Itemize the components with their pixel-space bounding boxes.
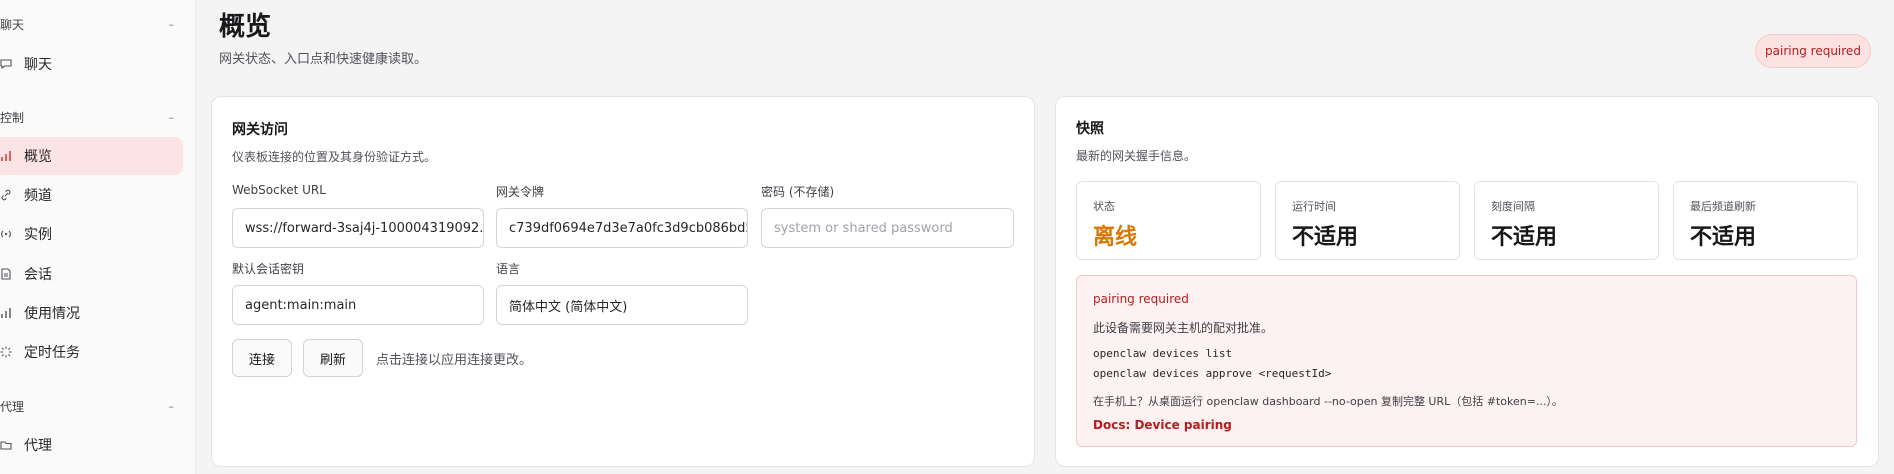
- spinner-icon: [0, 345, 12, 359]
- gateway-token-input[interactable]: c739df0694e7d3e7a0fc3d9cb086bd5: [496, 208, 748, 248]
- alert-title: pairing required: [1093, 292, 1189, 306]
- gateway-token-label: 网关令牌: [496, 185, 545, 199]
- card-title: 网关访问: [232, 122, 288, 138]
- sidebar-item-overview[interactable]: 概览: [0, 137, 183, 175]
- stat-value: 不适用: [1491, 225, 1558, 250]
- stat-label: 运行时间: [1292, 200, 1336, 213]
- status-badge: pairing required: [1755, 34, 1871, 68]
- docs-link[interactable]: Docs: Device pairing: [1093, 418, 1232, 432]
- sidebar-item-usage[interactable]: 使用情况: [0, 294, 183, 332]
- page-subtitle: 网关状态、入口点和快速健康读取。: [219, 52, 428, 67]
- alert-code-line: openclaw devices approve <requestId>: [1093, 367, 1332, 380]
- stat-label: 最后频道刷新: [1690, 200, 1756, 213]
- sidebar-group-agents[interactable]: 代理 –: [0, 396, 180, 416]
- sidebar-item-agents[interactable]: 代理: [0, 426, 183, 464]
- stat-value: 不适用: [1292, 225, 1359, 250]
- bar-chart-icon: [0, 149, 12, 163]
- stat-value: 不适用: [1690, 225, 1757, 250]
- sidebar-group-label: 聊天: [0, 17, 25, 32]
- sidebar-item-sessions[interactable]: 会话: [0, 255, 183, 293]
- password-label: 密码 (不存储): [761, 185, 835, 199]
- collapse-icon[interactable]: –: [169, 18, 175, 31]
- card-subtitle: 仪表板连接的位置及其身份验证方式。: [232, 150, 437, 164]
- websocket-url-input[interactable]: wss://forward-3saj4j-100004319092.c: [232, 208, 484, 248]
- radio-icon: [0, 227, 12, 241]
- alert-note: 在手机上？从桌面运行 openclaw dashboard --no-open …: [1093, 395, 1563, 408]
- page-title: 概览: [219, 12, 272, 42]
- sidebar-item-label: 会话: [24, 267, 52, 283]
- card-subtitle: 最新的网关握手信息。: [1076, 149, 1197, 163]
- sidebar-group-label: 代理: [0, 399, 25, 414]
- bar-chart-icon: [0, 306, 12, 320]
- card-title: 快照: [1076, 121, 1104, 137]
- sidebar-item-label: 代理: [24, 438, 52, 454]
- session-key-label: 默认会话密钥: [232, 262, 305, 276]
- session-key-input[interactable]: agent:main:main: [232, 285, 484, 325]
- sidebar-group-label: 控制: [0, 110, 25, 125]
- sidebar-item-label: 概览: [24, 149, 52, 165]
- sidebar-item-instances[interactable]: 实例: [0, 215, 183, 253]
- connect-hint: 点击连接以应用连接更改。: [376, 353, 533, 368]
- sidebar-item-label: 聊天: [24, 57, 52, 73]
- sidebar-group-chat[interactable]: 聊天 –: [0, 14, 180, 34]
- folder-icon: [0, 438, 12, 452]
- stat-tick-interval: 刻度间隔 不适用: [1474, 181, 1659, 260]
- stat-value: 离线: [1093, 225, 1138, 250]
- sidebar-group-control[interactable]: 控制 –: [0, 107, 180, 127]
- sidebar: 聊天 – 聊天 控制 – 概览 频道 实例 会话 使用情况 定时任务 代理 – …: [0, 0, 196, 474]
- sidebar-item-label: 频道: [24, 188, 52, 204]
- alert-code-line: openclaw devices list: [1093, 347, 1233, 360]
- sidebar-item-label: 使用情况: [24, 306, 80, 322]
- language-select[interactable]: 简体中文 (简体中文): [496, 285, 748, 325]
- document-icon: [0, 267, 12, 281]
- sidebar-item-label: 实例: [24, 227, 52, 243]
- stat-uptime: 运行时间 不适用: [1275, 181, 1460, 260]
- stat-label: 状态: [1093, 200, 1115, 213]
- language-label: 语言: [496, 262, 521, 276]
- password-input[interactable]: system or shared password: [761, 208, 1014, 248]
- sidebar-item-chat[interactable]: 聊天: [0, 45, 183, 83]
- stat-status: 状态 离线: [1076, 181, 1261, 260]
- websocket-url-label: WebSocket URL: [232, 183, 326, 197]
- pairing-alert: pairing required 此设备需要网关主机的配对批准。 opencla…: [1076, 275, 1857, 447]
- sidebar-item-cron[interactable]: 定时任务: [0, 333, 183, 371]
- stat-label: 刻度间隔: [1491, 200, 1535, 213]
- alert-description: 此设备需要网关主机的配对批准。: [1093, 321, 1274, 335]
- connect-button[interactable]: 连接: [232, 339, 292, 377]
- collapse-icon[interactable]: –: [169, 400, 175, 413]
- sidebar-item-channels[interactable]: 频道: [0, 176, 183, 214]
- chat-icon: [0, 57, 12, 71]
- stat-last-channel-refresh: 最后频道刷新 不适用: [1673, 181, 1858, 260]
- collapse-icon[interactable]: –: [169, 111, 175, 124]
- refresh-button[interactable]: 刷新: [303, 339, 363, 377]
- gateway-access-card: 网关访问 仪表板连接的位置及其身份验证方式。 WebSocket URL wss…: [211, 96, 1035, 467]
- sidebar-item-label: 定时任务: [24, 345, 80, 361]
- link-icon: [0, 188, 12, 202]
